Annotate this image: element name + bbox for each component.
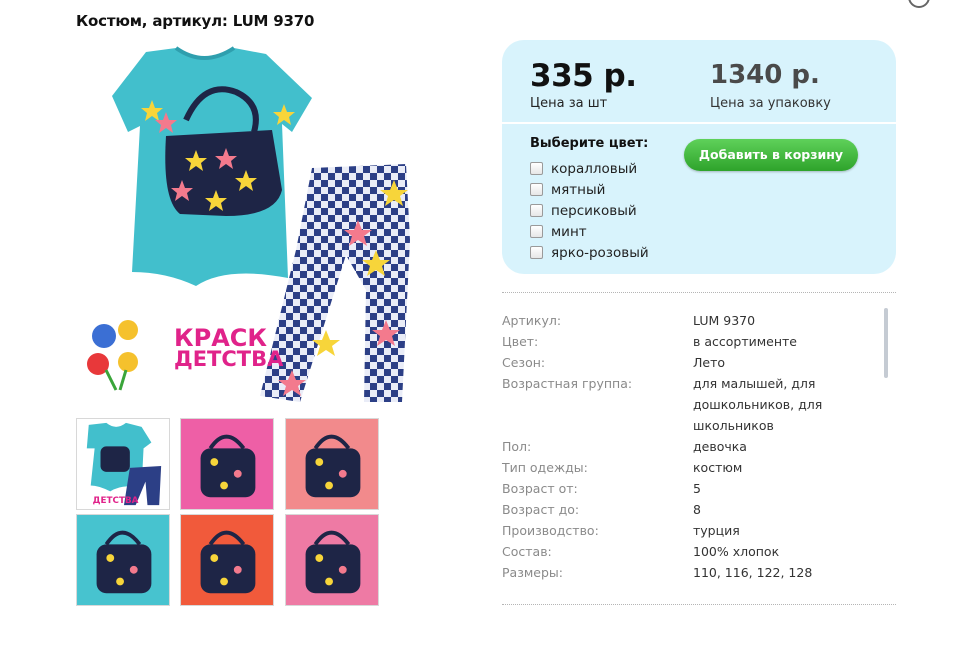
- divider: [502, 122, 896, 124]
- spec-row: Производство: турция: [502, 520, 882, 541]
- spec-value: 110, 116, 122, 128: [693, 565, 813, 580]
- thumbnail-3[interactable]: [285, 418, 379, 510]
- add-to-cart-button[interactable]: Добавить в корзину: [684, 139, 858, 171]
- spec-row: Тип одежды: костюм: [502, 457, 882, 478]
- price-panel: 335 р. Цена за шт 1340 р. Цена за упаков…: [502, 40, 896, 274]
- specs-scrollbar[interactable]: [884, 308, 888, 378]
- color-option-label: коралловый: [551, 160, 638, 177]
- color-option[interactable]: персиковый: [530, 200, 649, 221]
- spec-value: турция: [693, 523, 740, 538]
- spec-value: для малышей, для дошкольников, для школь…: [693, 376, 823, 433]
- svg-text:ДЕТСТВА: ДЕТСТВА: [93, 496, 139, 506]
- spec-key: Состав:: [502, 544, 552, 559]
- spec-row: Пол: девочка: [502, 436, 882, 457]
- brand-logo-bottom: ДЕТСТВА: [174, 347, 284, 371]
- color-option-label: минт: [551, 223, 587, 240]
- spec-value: 8: [693, 502, 701, 517]
- checkbox[interactable]: [530, 204, 543, 217]
- spec-key: Сезон:: [502, 355, 546, 370]
- spec-row: Артикул: LUM 9370: [502, 310, 882, 331]
- thumbnail-5[interactable]: [180, 514, 274, 606]
- spec-row: Сезон: Лето: [502, 352, 882, 373]
- spec-row: Цвет: в ассортименте: [502, 331, 882, 352]
- spec-key: Артикул:: [502, 313, 562, 328]
- spec-row: Размеры: 110, 116, 122, 128: [502, 562, 882, 583]
- thumbnail-6[interactable]: [285, 514, 379, 606]
- spec-key: Производство:: [502, 523, 599, 538]
- color-options: коралловый мятный персиковый минт ярко-р…: [530, 158, 649, 263]
- spec-value: 5: [693, 481, 701, 496]
- thumbnail-1[interactable]: ДЕТСТВА: [76, 418, 170, 510]
- divider: [502, 292, 896, 293]
- checkbox[interactable]: [530, 246, 543, 259]
- spec-key: Пол:: [502, 439, 532, 454]
- color-option-label: ярко-розовый: [551, 244, 649, 261]
- color-option[interactable]: мятный: [530, 179, 649, 200]
- spec-key: Возраст до:: [502, 502, 580, 517]
- color-option-label: персиковый: [551, 202, 637, 219]
- spec-key: Тип одежды:: [502, 460, 588, 475]
- checkbox[interactable]: [530, 162, 543, 175]
- unit-price-caption: Цена за шт: [530, 96, 608, 111]
- color-option[interactable]: коралловый: [530, 158, 649, 179]
- spec-value: Лето: [693, 355, 726, 370]
- pack-price: 1340 р.: [710, 60, 820, 90]
- spec-value: девочка: [693, 439, 747, 454]
- color-select-title: Выберите цвет:: [530, 136, 649, 151]
- spec-value: 100% хлопок: [693, 544, 780, 559]
- color-option-label: мятный: [551, 181, 606, 198]
- thumbnail-gallery: ДЕТСТВА: [76, 418, 380, 606]
- spec-row: Возраст до: 8: [502, 499, 882, 520]
- spec-key: Цвет:: [502, 334, 539, 349]
- divider: [502, 604, 896, 605]
- color-option[interactable]: ярко-розовый: [530, 242, 649, 263]
- spec-row: Возраст от: 5: [502, 478, 882, 499]
- corner-icon[interactable]: [908, 0, 930, 8]
- page-title: Костюм, артикул: LUM 9370: [76, 12, 315, 30]
- spec-value: в ассортименте: [693, 334, 797, 349]
- spec-value: костюм: [693, 460, 743, 475]
- color-option[interactable]: минт: [530, 221, 649, 242]
- thumbnail-4[interactable]: [76, 514, 170, 606]
- spec-key: Возрастная группа:: [502, 376, 633, 391]
- product-specs: Артикул: LUM 9370 Цвет: в ассортименте Сез…: [502, 310, 882, 583]
- spec-row: Возрастная группа: для малышей, для дошко…: [502, 373, 882, 436]
- unit-price: 335 р.: [530, 58, 637, 94]
- checkbox[interactable]: [530, 183, 543, 196]
- spec-key: Размеры:: [502, 565, 563, 580]
- pack-price-caption: Цена за упаковку: [710, 96, 831, 111]
- product-main-image[interactable]: КРАСК ДЕТСТВА: [76, 40, 420, 410]
- thumbnail-2[interactable]: [180, 418, 274, 510]
- checkbox[interactable]: [530, 225, 543, 238]
- spec-key: Возраст от:: [502, 481, 578, 496]
- spec-value: LUM 9370: [693, 313, 756, 328]
- spec-row: Состав: 100% хлопок: [502, 541, 882, 562]
